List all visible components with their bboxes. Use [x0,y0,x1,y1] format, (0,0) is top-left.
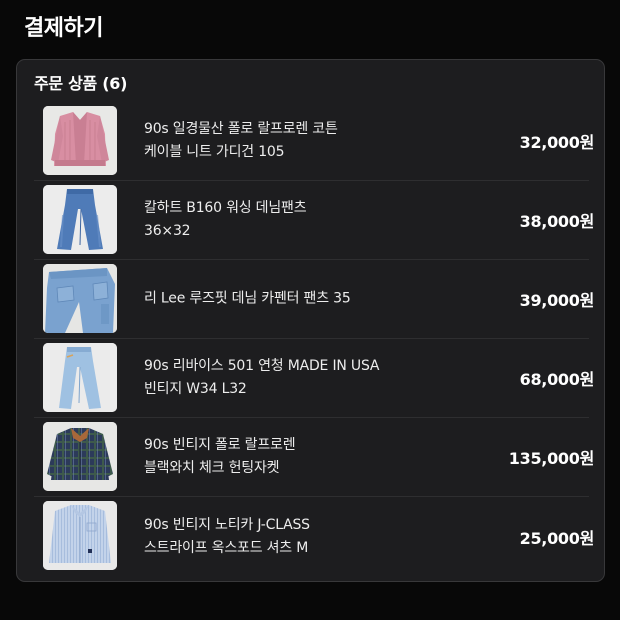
item-name-line2: 36×32 [144,223,191,239]
item-name[interactable]: 90s 리바이스 501 연청 MADE IN USA 빈티지 W34 L32 [144,355,434,401]
item-name[interactable]: 90s 빈티지 노티카 J-CLASS 스트라이프 옥스포드 셔츠 M [144,514,434,560]
carpenter-pants-image [43,264,117,333]
order-item[interactable]: 칼하트 B160 워싱 데님팬츠 36×32 38,000원 [34,181,594,260]
product-thumbnail[interactable] [43,501,117,570]
order-item[interactable]: 리 Lee 루즈핏 데님 카펜터 팬츠 35 39,000원 [34,260,594,339]
item-name-line1: 90s 리바이스 501 연청 MADE IN USA [144,358,380,374]
oxford-shirt-image [43,501,117,570]
item-price: 25,000원 [519,528,595,548]
order-item[interactable]: 90s 빈티지 폴로 랄프로렌 블랙와치 체크 헌팅자켓 135,000원 [34,418,594,497]
order-item[interactable]: 90s 빈티지 노티카 J-CLASS 스트라이프 옥스포드 셔츠 M 25,0… [34,497,594,576]
product-thumbnail[interactable] [43,106,117,175]
order-item[interactable]: 90s 리바이스 501 연청 MADE IN USA 빈티지 W34 L32 … [34,339,594,418]
pink-cardigan-image [43,106,117,175]
order-item-list: 90s 일경물산 폴로 랄프로렌 코튼 케이블 니트 가디건 105 32,00… [34,102,594,576]
item-name[interactable]: 90s 일경물산 폴로 랄프로렌 코튼 케이블 니트 가디건 105 [144,118,434,164]
product-thumbnail[interactable] [43,343,117,412]
order-items-card: 주문 상품 (6) 90s 일경물산 폴로 랄프로렌 코튼 케이블 니트 가디건… [16,59,605,582]
product-thumbnail[interactable] [43,264,117,333]
item-price: 32,000원 [519,133,595,152]
product-thumbnail[interactable] [43,422,117,491]
page-title: 결제하기 [24,16,103,41]
item-name-line2: 블랙와치 체크 헌팅자켓 [144,460,280,476]
order-items-heading: 주문 상품 (6) [34,74,128,93]
item-price: 135,000원 [508,449,595,468]
item-name-line2: 스트라이프 옥스포드 셔츠 M [144,539,309,556]
item-name-line1: 90s 빈티지 폴로 랄프로렌 [144,437,296,453]
item-price: 38,000원 [519,212,595,231]
item-price: 68,000원 [519,370,595,389]
item-name-line1: 칼하트 B160 워싱 데님팬츠 [144,200,307,216]
item-name[interactable]: 리 Lee 루즈핏 데님 카펜터 팬츠 35 [144,288,434,311]
denim-pants-image [43,185,117,254]
item-price: 39,000원 [519,291,595,310]
item-name-line1: 리 Lee 루즈핏 데님 카펜터 팬츠 35 [144,290,351,307]
item-name-line1: 90s 빈티지 노티카 J-CLASS [144,516,310,533]
product-thumbnail[interactable] [43,185,117,254]
order-item[interactable]: 90s 일경물산 폴로 랄프로렌 코튼 케이블 니트 가디건 105 32,00… [34,102,594,181]
item-name-line2: 빈티지 W34 L32 [144,381,247,397]
item-name[interactable]: 칼하트 B160 워싱 데님팬츠 36×32 [144,197,434,243]
item-name-line2: 케이블 니트 가디건 105 [144,144,285,160]
item-name-line1: 90s 일경물산 폴로 랄프로렌 코튼 [144,121,338,137]
hunting-jacket-image [43,422,117,491]
item-name[interactable]: 90s 빈티지 폴로 랄프로렌 블랙와치 체크 헌팅자켓 [144,434,434,480]
levis-jeans-image [43,343,117,412]
